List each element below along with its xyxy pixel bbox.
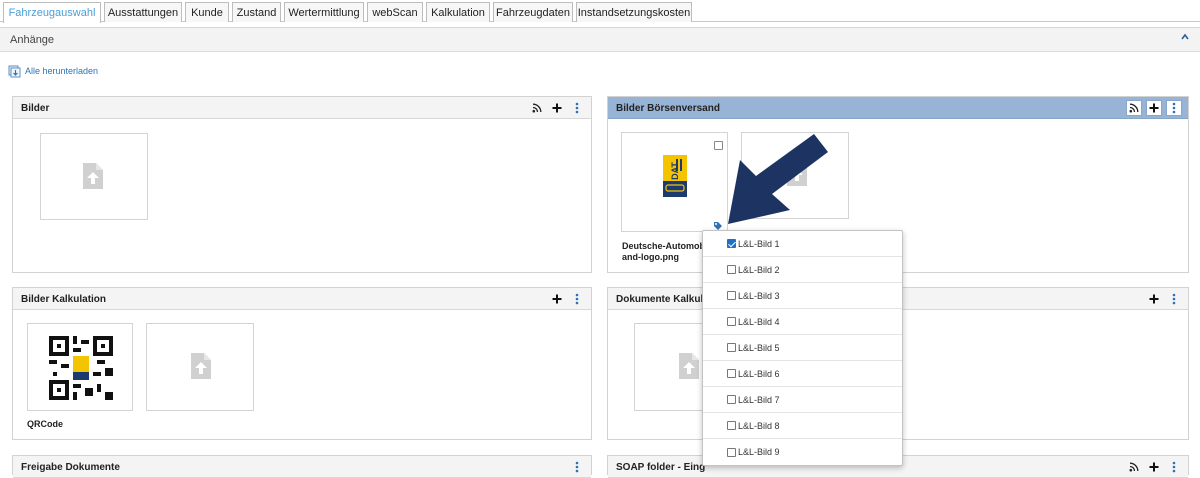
file-upload-icon [191, 353, 211, 379]
dropdown-item-label: L&L-Bild 6 [738, 368, 780, 379]
dropdown-item-ll-bild-2[interactable]: L&L-Bild 2 [703, 257, 902, 283]
rss-icon [1129, 462, 1139, 472]
vertical-dots-icon [1172, 293, 1176, 305]
checkbox[interactable] [727, 265, 736, 274]
upload-tile[interactable] [146, 323, 254, 411]
rss-button[interactable] [1126, 459, 1142, 475]
section-bilder-kalkulation: Bilder Kalkulation QRCode [12, 287, 592, 440]
vertical-dots-icon [1172, 102, 1176, 114]
tab-kalkulation[interactable]: Kalkulation [426, 2, 490, 22]
tag-dropdown-menu: L&L-Bild 1 L&L-Bild 2 L&L-Bild 3 L&L-Bil… [702, 230, 903, 466]
tab-ausstattungen[interactable]: Ausstattungen [104, 2, 182, 22]
tile-caption-line2: and-logo.png [622, 252, 679, 262]
upload-tile[interactable] [40, 133, 148, 220]
tab-kunde[interactable]: Kunde [185, 2, 229, 22]
dropdown-item-ll-bild-6[interactable]: L&L-Bild 6 [703, 361, 902, 387]
tab-zustand[interactable]: Zustand [232, 2, 281, 22]
tab-wertermittlung[interactable]: Wertermittlung [284, 2, 364, 22]
plus-icon [552, 294, 562, 304]
panel-title: Anhänge [10, 34, 55, 46]
dropdown-item-ll-bild-8[interactable]: L&L-Bild 8 [703, 413, 902, 439]
dropdown-item-label: L&L-Bild 5 [738, 342, 780, 353]
section-title: SOAP folder - Eing [616, 462, 706, 473]
section-bilder: Bilder [12, 96, 592, 273]
rss-button[interactable] [1126, 100, 1142, 116]
download-all-label: Alle herunterladen [25, 66, 99, 76]
arrow-annotation-icon [728, 134, 828, 224]
add-button[interactable] [1146, 291, 1162, 307]
plus-icon [552, 103, 562, 113]
section-title: Dokumente Kalkul [616, 294, 704, 305]
more-options-button[interactable] [569, 100, 585, 116]
checkbox[interactable] [727, 421, 736, 430]
more-options-button[interactable] [1166, 291, 1182, 307]
section-title: Bilder [21, 103, 50, 114]
add-button[interactable] [1146, 459, 1162, 475]
checkbox[interactable] [727, 395, 736, 404]
add-button[interactable] [1146, 100, 1162, 116]
tab-fahrzeugauswahl[interactable]: Fahrzeugauswahl [3, 2, 101, 23]
dropdown-item-ll-bild-1[interactable]: L&L-Bild 1 [703, 231, 902, 257]
tab-fahrzeugdaten[interactable]: Fahrzeugdaten [493, 2, 573, 22]
download-all-link[interactable]: Alle herunterladen [8, 64, 98, 78]
rss-button[interactable] [529, 100, 545, 116]
more-options-button[interactable] [569, 291, 585, 307]
checkbox[interactable] [727, 343, 736, 352]
section-title: Bilder Börsenversand [616, 103, 720, 114]
tile-caption-qrcode: QRCode [27, 419, 63, 429]
checkbox[interactable] [727, 291, 736, 300]
image-tile-dat-logo[interactable]: DAT [621, 132, 728, 232]
dropdown-item-ll-bild-9[interactable]: L&L-Bild 9 [703, 439, 902, 465]
checkbox[interactable] [727, 239, 736, 248]
checkbox[interactable] [727, 447, 736, 457]
rss-icon [532, 103, 542, 113]
section-kalkulation-header: Bilder Kalkulation [13, 288, 591, 310]
section-boersenversand-header: Bilder Börsenversand [608, 97, 1188, 119]
dropdown-item-label: L&L-Bild 2 [738, 264, 780, 275]
vertical-dots-icon [575, 461, 579, 473]
vertical-dots-icon [575, 293, 579, 305]
section-title: Bilder Kalkulation [21, 294, 107, 305]
dat-logo-image: DAT [663, 155, 687, 197]
dropdown-item-label: L&L-Bild 1 [738, 238, 780, 249]
plus-icon [1149, 103, 1159, 113]
dropdown-item-label: L&L-Bild 7 [738, 394, 780, 405]
plus-icon [1149, 294, 1159, 304]
vertical-dots-icon [1172, 461, 1176, 473]
section-bilder-header: Bilder [13, 97, 591, 119]
plus-icon [1149, 462, 1159, 472]
dropdown-item-ll-bild-3[interactable]: L&L-Bild 3 [703, 283, 902, 309]
download-icon [8, 65, 21, 78]
dropdown-item-label: L&L-Bild 8 [738, 420, 780, 431]
add-button[interactable] [549, 291, 565, 307]
file-upload-icon [83, 163, 103, 189]
qr-code-image [49, 336, 113, 400]
section-freigabe-dokumente: Freigabe Dokumente [12, 455, 592, 478]
dropdown-item-ll-bild-4[interactable]: L&L-Bild 4 [703, 309, 902, 335]
more-options-button[interactable] [1166, 459, 1182, 475]
dropdown-item-ll-bild-7[interactable]: L&L-Bild 7 [703, 387, 902, 413]
svg-text:DAT: DAT [670, 162, 680, 180]
more-options-button[interactable] [569, 459, 585, 475]
dropdown-item-label: L&L-Bild 9 [738, 447, 780, 457]
section-freigabe-header: Freigabe Dokumente [13, 456, 591, 478]
more-options-button[interactable] [1166, 100, 1182, 116]
dropdown-item-label: L&L-Bild 4 [738, 316, 780, 327]
tab-instandsetzungskosten[interactable]: Instandsetzungskosten [576, 2, 692, 22]
dropdown-item-label: L&L-Bild 3 [738, 290, 780, 301]
attachments-panel-header[interactable]: Anhänge [0, 28, 1200, 52]
file-upload-icon [679, 353, 699, 379]
tab-bar: Fahrzeugauswahl Ausstattungen Kunde Zust… [0, 0, 1200, 23]
dropdown-item-ll-bild-5[interactable]: L&L-Bild 5 [703, 335, 902, 361]
checkbox[interactable] [727, 317, 736, 326]
add-button[interactable] [549, 100, 565, 116]
tab-webscan[interactable]: webScan [367, 2, 423, 22]
image-tile-qrcode[interactable] [27, 323, 133, 411]
chevron-up-icon[interactable] [1178, 32, 1192, 46]
checkbox[interactable] [727, 369, 736, 378]
rss-icon [1129, 103, 1139, 113]
vertical-dots-icon [575, 102, 579, 114]
tile-caption-line1: Deutsche-Automobil [622, 241, 711, 251]
section-title: Freigabe Dokumente [21, 462, 120, 473]
